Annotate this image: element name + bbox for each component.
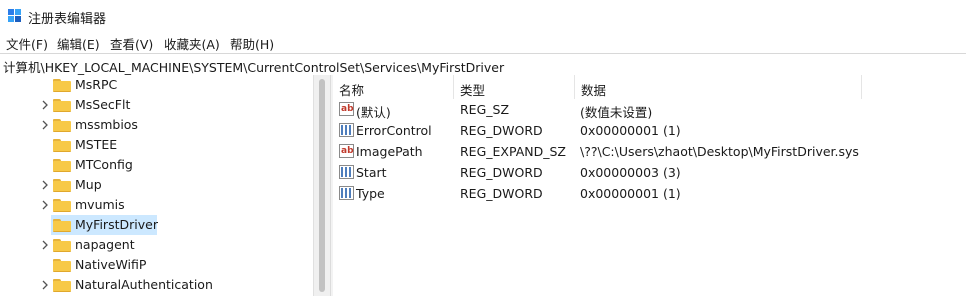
tree-item[interactable]: NativeWifiP — [0, 255, 313, 275]
tree-item[interactable]: MyFirstDriver — [0, 215, 313, 235]
tree-item-label: MSTEE — [75, 137, 118, 152]
folder-icon — [53, 139, 71, 152]
value-data: 0x00000001 (1) — [580, 186, 681, 201]
values-list[interactable]: 名称 类型 数据 ab (默认) REG_SZ (数值未设置) ErrorControl… — [333, 75, 966, 296]
tree-scrollbar[interactable] — [313, 75, 330, 296]
tree-item[interactable]: MsSecFlt — [0, 95, 313, 115]
binary-value-icon — [339, 165, 354, 179]
value-data: 0x00000003 (3) — [580, 165, 681, 180]
column-header-data[interactable]: 数据 — [575, 75, 860, 99]
folder-icon — [53, 279, 71, 292]
value-data: (数值未设置) — [580, 105, 653, 120]
tree-item-label: NativeWifiP — [75, 257, 147, 272]
binary-value-icon — [339, 186, 354, 200]
menu-edit[interactable]: 编辑(E) — [57, 34, 100, 53]
string-value-icon: ab — [339, 102, 354, 116]
tree-item-label: napagent — [75, 237, 135, 252]
tree-item-label: MyFirstDriver — [75, 217, 158, 232]
value-row[interactable]: Type REG_DWORD 0x00000001 (1) — [333, 183, 966, 204]
tree-item-label: mssmbios — [75, 117, 138, 132]
binary-value-icon — [339, 123, 354, 137]
tree-item[interactable]: Mup — [0, 175, 313, 195]
chevron-right-icon[interactable] — [40, 100, 50, 110]
value-name: ErrorControl — [356, 123, 432, 138]
chevron-right-icon[interactable] — [40, 120, 50, 130]
tree-item[interactable]: MTConfig — [0, 155, 313, 175]
address-bar[interactable]: 计算机\HKEY_LOCAL_MACHINE\SYSTEM\CurrentCon… — [0, 53, 966, 76]
chevron-right-icon[interactable] — [40, 180, 50, 190]
regedit-icon — [8, 9, 22, 23]
address-path[interactable]: 计算机\HKEY_LOCAL_MACHINE\SYSTEM\CurrentCon… — [3, 57, 504, 76]
value-name: ImagePath — [356, 144, 423, 159]
menu-help[interactable]: 帮助(H) — [230, 34, 274, 53]
title-bar: 注册表编辑器 — [0, 0, 966, 32]
chevron-right-icon[interactable] — [40, 200, 50, 210]
tree-item[interactable]: mvumis — [0, 195, 313, 215]
menu-favorites[interactable]: 收藏夹(A) — [164, 34, 220, 53]
value-name: Type — [356, 186, 385, 201]
tree-item[interactable]: mssmbios — [0, 115, 313, 135]
value-type: REG_SZ — [460, 102, 510, 117]
value-type: REG_EXPAND_SZ — [460, 144, 566, 159]
folder-icon — [53, 79, 71, 92]
value-data: 0x00000001 (1) — [580, 123, 681, 138]
window-title: 注册表编辑器 — [28, 12, 107, 27]
tree-item-label: MsSecFlt — [75, 97, 131, 112]
folder-icon — [53, 219, 71, 232]
tree-item-label: MTConfig — [75, 157, 133, 172]
tree-item-label: NaturalAuthentication — [75, 277, 213, 292]
chevron-right-icon[interactable] — [40, 240, 50, 250]
value-row[interactable]: ErrorControl REG_DWORD 0x00000001 (1) — [333, 120, 966, 141]
value-type: REG_DWORD — [460, 165, 543, 180]
value-row[interactable]: Start REG_DWORD 0x00000003 (3) — [333, 162, 966, 183]
value-name: (默认) — [356, 105, 391, 120]
tree-item[interactable]: NaturalAuthentication — [0, 275, 313, 295]
folder-icon — [53, 99, 71, 112]
folder-icon — [53, 239, 71, 252]
column-separator[interactable] — [861, 75, 862, 99]
folder-icon — [53, 159, 71, 172]
folder-icon — [53, 199, 71, 212]
tree-item-label: mvumis — [75, 197, 125, 212]
value-name: Start — [356, 165, 387, 180]
tree-item-label: MsRPC — [75, 77, 118, 92]
tree-item[interactable]: MsRPC — [0, 75, 313, 95]
value-type: REG_DWORD — [460, 123, 543, 138]
scrollbar-thumb[interactable] — [319, 79, 325, 292]
folder-icon — [53, 179, 71, 192]
value-data: \??\C:\Users\zhaot\Desktop\MyFirstDriver… — [580, 144, 859, 159]
key-tree[interactable]: MsRPC MsSecFlt mssmbios MSTEE MTConfig Mup mvu… — [0, 75, 313, 296]
menu-view[interactable]: 查看(V) — [110, 34, 153, 53]
value-type: REG_DWORD — [460, 186, 543, 201]
tree-item[interactable]: napagent — [0, 235, 313, 255]
value-row[interactable]: ab ImagePath REG_EXPAND_SZ \??\C:\Users\zha… — [333, 141, 966, 162]
string-value-icon: ab — [339, 144, 354, 158]
tree-item-label: Mup — [75, 177, 102, 192]
value-row[interactable]: ab (默认) REG_SZ (数值未设置) — [333, 99, 966, 120]
tree-item[interactable]: MSTEE — [0, 135, 313, 155]
folder-icon — [53, 119, 71, 132]
folder-icon — [53, 259, 71, 272]
column-header-name[interactable]: 名称 — [333, 75, 453, 99]
column-header-type[interactable]: 类型 — [454, 75, 574, 99]
menu-bar: 文件(F) 编辑(E) 查看(V) 收藏夹(A) 帮助(H) — [0, 32, 966, 52]
menu-file[interactable]: 文件(F) — [6, 34, 48, 53]
chevron-right-icon[interactable] — [40, 280, 50, 290]
